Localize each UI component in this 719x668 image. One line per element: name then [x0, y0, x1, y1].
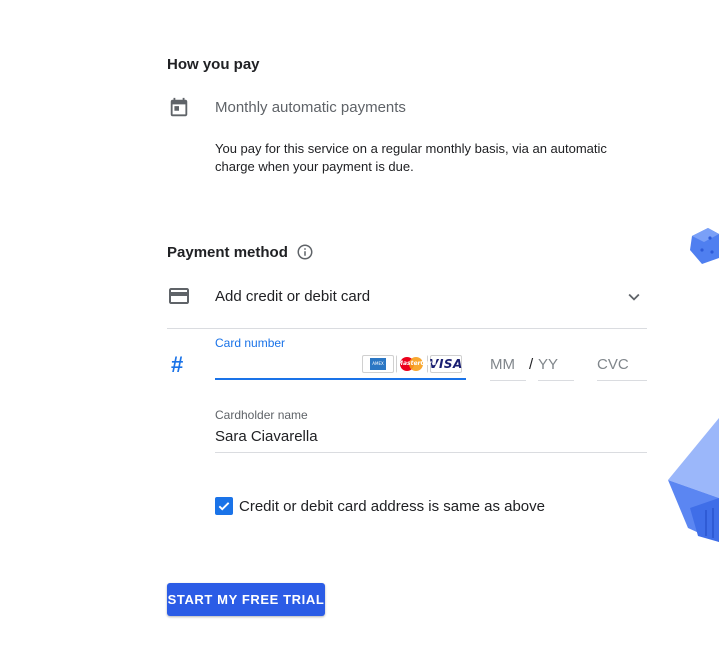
address-checkbox-row[interactable]: Credit or debit card address is same as …	[215, 497, 545, 515]
expiry-month-underline	[490, 380, 526, 381]
payment-method-title: Payment method	[167, 243, 288, 261]
card-brand-logos: AMEX MasterCard VISA	[362, 355, 462, 373]
cardholder-input[interactable]: Sara Ciavarella	[215, 428, 318, 445]
chevron-down-icon	[623, 286, 645, 313]
cvc-input[interactable]: CVC	[597, 356, 629, 373]
expiry-separator: /	[529, 356, 534, 373]
calendar-icon	[168, 97, 190, 119]
payment-method-header: Payment method	[167, 243, 314, 261]
card-number-underline	[215, 378, 466, 380]
address-checkbox[interactable]	[215, 497, 233, 515]
mastercard-logo-icon: MasterCard	[396, 355, 436, 373]
decorative-box-bottom	[668, 418, 719, 542]
how-you-pay-title: How you pay	[167, 56, 260, 73]
payment-divider	[167, 328, 647, 329]
card-number-label: Card number	[215, 336, 286, 350]
info-icon[interactable]	[296, 243, 314, 261]
cardholder-underline	[215, 452, 647, 453]
checkmark-icon	[218, 502, 230, 511]
payment-method-selector[interactable]: Add credit or debit card	[167, 280, 647, 314]
amex-logo-icon: AMEX	[362, 355, 394, 373]
payment-schedule-label: Monthly automatic payments	[215, 99, 406, 116]
payment-schedule-description: You pay for this service on a regular mo…	[215, 141, 607, 174]
start-free-trial-button[interactable]: START MY FREE TRIAL	[167, 583, 325, 616]
expiry-year-input[interactable]: YY	[538, 356, 558, 373]
expiry-year-underline	[538, 380, 574, 381]
address-checkbox-label: Credit or debit card address is same as …	[239, 497, 545, 515]
decorative-cube-top	[688, 224, 719, 264]
credit-card-icon	[167, 284, 191, 313]
expiry-month-input[interactable]: MM	[490, 356, 515, 373]
cardholder-label: Cardholder name	[215, 408, 308, 422]
cvc-underline	[597, 380, 647, 381]
hash-icon: #	[171, 352, 184, 377]
payment-method-selector-label: Add credit or debit card	[215, 288, 371, 305]
